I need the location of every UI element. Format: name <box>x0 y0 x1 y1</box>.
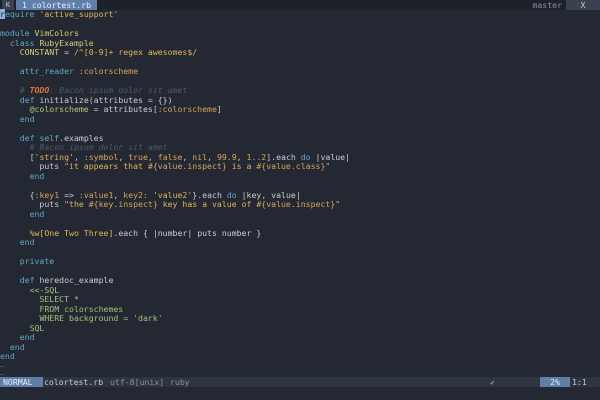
mode-indicator: NORMAL <box>0 377 43 387</box>
code-line-24: %w[One Two Three].each { |number| puts n… <box>29 227 262 238</box>
code-line-7: attr_reader :colorscheme <box>19 66 139 76</box>
statusline: NORMAL colortest.rb utf-8[unix] ruby ✔ 2… <box>0 377 600 387</box>
code-line-5: CONSTANT = /^[0-9]+ regex awesomes$/ <box>19 47 198 57</box>
filetype-label: ruby <box>170 377 190 387</box>
git-branch-label: master <box>532 0 562 10</box>
statusline-filename: colortest.rb <box>44 377 104 387</box>
code-line-12: end <box>19 113 35 124</box>
code-line-27: private <box>19 256 55 266</box>
code-line-18: end <box>29 170 45 181</box>
scroll-percent: 2% <box>540 377 570 387</box>
code-line-1: require 'active_support' <box>0 9 119 19</box>
editor-buffer[interactable]: require 'active_support' module VimColor… <box>0 9 600 379</box>
file-encoding: utf-8[unix] <box>110 377 165 387</box>
close-tab-icon[interactable]: X <box>566 0 600 10</box>
code-line-21: puts "the #{key.inspect} key has a value… <box>0 199 341 209</box>
code-line-22: end <box>29 208 45 219</box>
command-line[interactable] <box>0 388 600 400</box>
code-line-17: puts "it appears that #{value.inspect} i… <box>0 161 331 171</box>
cursor-position: 1:1 <box>572 377 587 387</box>
syntax-check-icon: ✔ <box>490 377 495 387</box>
code-line-25: end <box>19 237 35 247</box>
